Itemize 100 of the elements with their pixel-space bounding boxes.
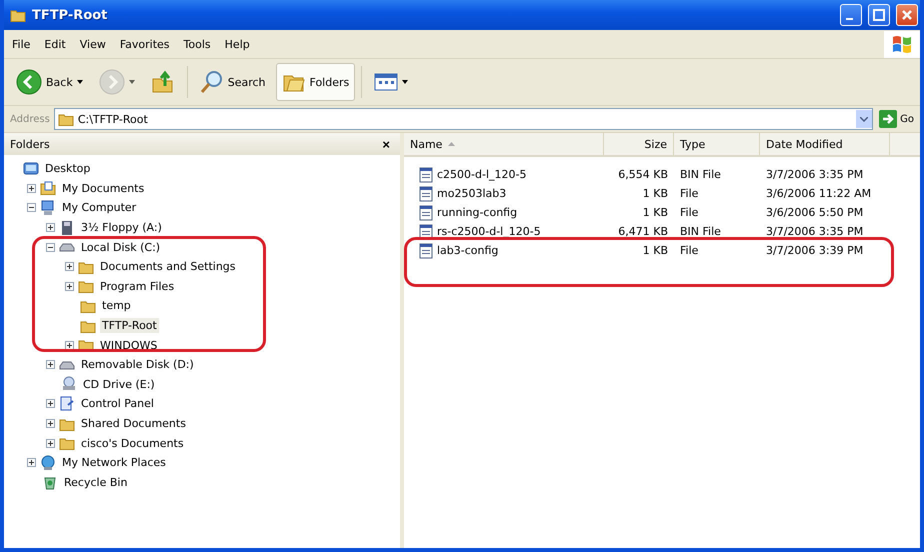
tree-item[interactable]: Program Files [98, 278, 176, 294]
file-size: 6,554 KB [617, 168, 669, 181]
expand-toggle[interactable] [46, 223, 55, 232]
tree-item[interactable]: cisco's Documents [79, 436, 186, 451]
menu-item[interactable]: Help [224, 38, 250, 50]
minimize-icon [846, 18, 852, 20]
file-date: 3/7/2006 3:35 PM [765, 168, 864, 181]
tree-item[interactable]: temp [100, 298, 133, 314]
tree-item[interactable]: My Computer [60, 200, 138, 216]
tree-item[interactable]: Desktop [43, 161, 92, 176]
maximize-icon [873, 9, 885, 21]
tree-item[interactable]: TFTP-Root [100, 318, 159, 334]
dropdown-button[interactable] [856, 110, 872, 128]
file-name: rs-c2500-d-l_120-5 [437, 225, 541, 238]
plus-icon [66, 342, 73, 349]
tree-item[interactable]: Documents and Settings [98, 259, 238, 274]
plus-icon [66, 282, 73, 290]
expand-toggle[interactable] [27, 458, 36, 468]
file-size: 1 KB [642, 187, 669, 200]
file-icon [418, 204, 434, 220]
file-row[interactable]: rs-c2500-d-l_120-5 6,471 KB BIN File 3/7/2006 3:35 PM [404, 222, 920, 241]
file-row[interactable]: mo2503lab3 1 KB File 3/6/2006 11:22 AM [404, 184, 920, 203]
collapse-toggle[interactable] [46, 242, 55, 252]
file-name: c2500-d-l_120-5 [437, 168, 526, 181]
desktop-icon [23, 160, 39, 177]
plus-icon [28, 459, 35, 466]
search-button[interactable]: Search [194, 63, 272, 101]
plus-icon [47, 224, 54, 232]
tree-item[interactable]: WINDOWS [98, 338, 160, 353]
file-date: 3/7/2006 3:39 PM [765, 244, 864, 257]
close-pane-button[interactable]: × [380, 136, 392, 152]
plus-icon [66, 263, 73, 270]
file-name: running-config [437, 206, 518, 219]
close-button[interactable] [896, 4, 918, 26]
file-type: File [679, 206, 700, 219]
file-icon [418, 224, 434, 240]
file-name: mo2503lab3 [437, 187, 506, 200]
documents-folder-icon [40, 180, 56, 196]
expand-toggle[interactable] [65, 262, 74, 272]
menu-item[interactable]: View [80, 38, 106, 50]
tree-item[interactable]: My Documents [60, 180, 146, 196]
tree-item[interactable]: Removable Disk (D:) [79, 357, 196, 372]
search-icon [200, 70, 224, 94]
menu-item[interactable]: File [12, 38, 30, 50]
tree-item[interactable]: Local Disk (C:) [79, 240, 162, 255]
tree-item[interactable]: 3½ Floppy (A:) [79, 220, 164, 236]
expand-toggle[interactable] [46, 399, 55, 408]
tree-item[interactable]: CD Drive (E:) [81, 376, 157, 392]
file-type: File [679, 244, 700, 257]
folder-up-icon [150, 70, 175, 94]
control-panel-icon [59, 396, 75, 412]
tree-item[interactable]: Recycle Bin [62, 474, 130, 490]
minimize-button[interactable] [840, 4, 862, 26]
tree-item[interactable]: Control Panel [79, 396, 156, 412]
menu-item[interactable]: Edit [44, 38, 66, 50]
file-icon [418, 186, 434, 202]
close-icon [901, 9, 913, 21]
pane-title: Folders [10, 138, 50, 150]
go-button[interactable]: Go [877, 110, 916, 128]
file-icon [418, 242, 434, 258]
window-title: TFTP-Root [32, 8, 108, 22]
expand-toggle[interactable] [27, 184, 36, 193]
folders-button[interactable]: Folders [276, 63, 356, 101]
computer-icon [40, 200, 56, 216]
collapse-toggle[interactable] [27, 203, 36, 212]
tree-item[interactable]: My Network Places [60, 455, 168, 470]
file-row[interactable]: c2500-d-l_120-5 6,554 KB BIN File 3/7/2006 3:35 PM [404, 165, 920, 184]
plus-icon [28, 184, 35, 192]
address-label: Address [10, 114, 50, 124]
column-header[interactable]: Name [404, 133, 604, 155]
file-row[interactable]: running-config 1 KB File 3/6/2006 5:50 PM [404, 203, 920, 222]
tree-item[interactable]: Shared Documents [79, 416, 188, 432]
chevron-icon [860, 116, 868, 122]
file-date: 3/6/2006 11:22 AM [765, 187, 872, 200]
maximize-button[interactable] [868, 4, 890, 26]
file-size: 1 KB [642, 244, 669, 257]
column-header[interactable]: Date Modified [760, 133, 890, 155]
file-icon [418, 166, 434, 182]
cd-drive-icon [61, 376, 77, 392]
expand-toggle[interactable] [65, 340, 74, 350]
plus-icon [47, 420, 54, 428]
column-header[interactable]: Type [674, 133, 760, 155]
expand-toggle[interactable] [46, 419, 55, 428]
back-button[interactable]: Back [10, 63, 89, 101]
plus-icon [47, 440, 54, 447]
views-grid-icon [374, 72, 398, 92]
file-type: BIN File [679, 225, 722, 238]
expand-toggle[interactable] [65, 282, 74, 291]
expand-toggle[interactable] [46, 360, 55, 370]
column-header[interactable]: Size [604, 133, 674, 155]
network-globe-icon [40, 454, 56, 471]
file-type: File [679, 187, 700, 200]
plus-icon [47, 400, 54, 408]
menu-item[interactable]: Tools [184, 38, 211, 50]
file-name: lab3-config [437, 244, 498, 257]
windows-flag-logo [884, 30, 920, 58]
menu-item[interactable]: Favorites [120, 38, 170, 50]
file-row[interactable]: lab3-config 1 KB File 3/7/2006 3:39 PM [404, 241, 920, 260]
expand-toggle[interactable] [46, 438, 55, 448]
address-field[interactable]: C:\TFTP-Root [54, 108, 874, 130]
